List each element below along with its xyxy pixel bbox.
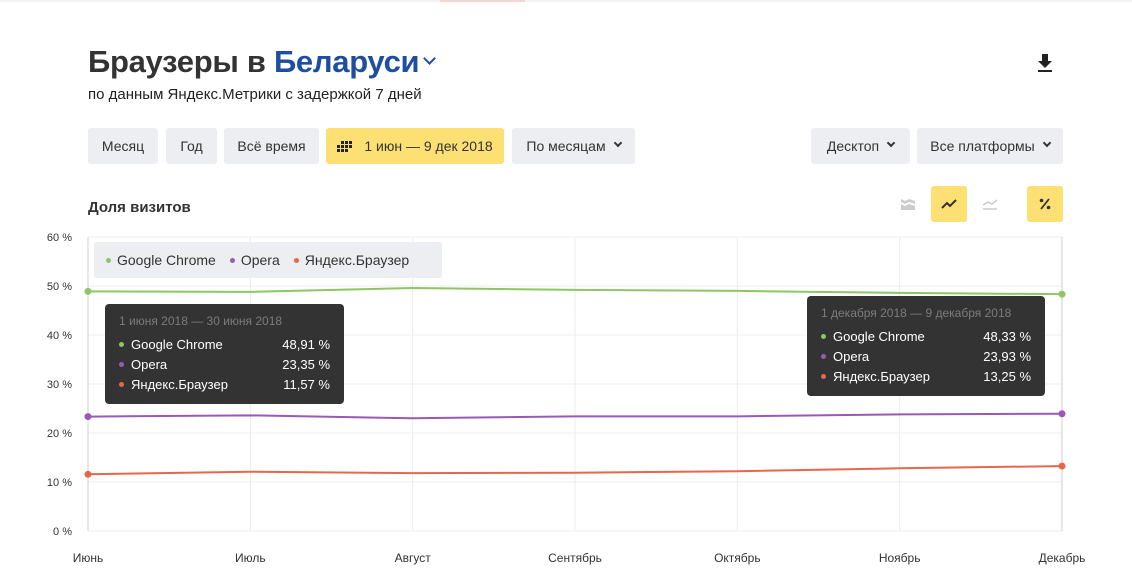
tooltip-row: Opera 23,35 % (119, 354, 330, 374)
y-tick-label: 30 % (47, 379, 72, 391)
legend-dot (293, 257, 299, 263)
legend-dot (106, 257, 111, 263)
data-point (84, 287, 92, 295)
tooltip-row: Яндекс.Браузер 11,57 % (119, 374, 330, 394)
tooltip-december: 1 декабря 2018 — 9 декабря 2018 Google C… (807, 296, 1045, 396)
tooltip-name: Google Chrome (131, 336, 223, 352)
data-point (84, 413, 92, 421)
tooltip-name: Google Chrome (833, 328, 925, 344)
tooltip-value: 11,57 % (283, 376, 330, 392)
tooltip-name: Opera (833, 348, 870, 364)
tooltip-june: 1 июня 2018 — 30 июня 2018 Google Chrome… (105, 304, 344, 404)
x-tick-label: Июль (235, 551, 266, 565)
x-tick-label: Октябрь (714, 551, 761, 565)
tooltip-name: Opera (131, 356, 168, 372)
x-tick-label: Ноябрь (879, 551, 921, 565)
tooltip-name: Яндекс.Браузер (131, 376, 228, 392)
legend-label: Opera (240, 252, 280, 268)
data-point (1058, 410, 1066, 418)
tooltip-row: Google Chrome 48,91 % (119, 334, 330, 354)
legend-dot (229, 257, 235, 263)
line-chart: 0 % 10 % 20 % 30 % 40 % 50 % 60 % Июнь Июль Авгус… (47, 232, 1086, 565)
chart-legend: Google Chrome Opera Яндекс.Браузер (94, 242, 442, 278)
tooltip-value: 23,93 % (983, 348, 1031, 364)
legend-item-yandex[interactable]: Яндекс.Браузер (293, 252, 410, 268)
legend-label: Google Chrome (117, 252, 216, 268)
tooltip-period: 1 декабря 2018 — 9 декабря 2018 (821, 306, 1012, 320)
tooltip-dot (821, 373, 826, 379)
tooltip-value: 13,25 % (983, 368, 1031, 384)
tooltip-row: Opera 23,93 % (821, 346, 1031, 366)
x-tick-label: Август (395, 551, 432, 565)
legend-label: Яндекс.Браузер (304, 252, 410, 268)
tooltip-row: Google Chrome 48,33 % (821, 326, 1031, 346)
x-tick-label: Декабрь (1039, 551, 1086, 565)
tooltip-value: 23,35 % (282, 356, 330, 372)
y-tick-label: 60 % (47, 232, 72, 244)
data-point (84, 470, 92, 478)
legend-item-chrome[interactable]: Google Chrome (106, 252, 216, 268)
tooltip-row: Яндекс.Браузер 13,25 % (821, 366, 1031, 386)
y-tick-label: 10 % (47, 477, 72, 489)
y-tick-label: 20 % (47, 428, 72, 440)
legend-item-opera[interactable]: Opera (229, 252, 280, 268)
y-tick-label: 0 % (53, 526, 72, 538)
tooltip-value: 48,33 % (983, 328, 1031, 344)
tooltip-dot (821, 333, 826, 339)
data-point (1058, 462, 1066, 470)
tooltip-period: 1 июня 2018 — 30 июня 2018 (119, 314, 283, 328)
tooltip-dot (119, 361, 124, 367)
x-tick-label: Сентябрь (548, 551, 602, 565)
tooltip-name: Яндекс.Браузер (833, 368, 930, 384)
x-tick-label: Июнь (73, 551, 104, 565)
y-tick-label: 40 % (47, 330, 72, 342)
tooltip-dot (821, 353, 826, 359)
tooltip-value: 48,91 % (282, 336, 330, 352)
tooltip-dot (119, 381, 124, 387)
y-tick-label: 50 % (47, 281, 72, 293)
tooltip-dot (119, 341, 124, 347)
data-point (1058, 290, 1066, 298)
